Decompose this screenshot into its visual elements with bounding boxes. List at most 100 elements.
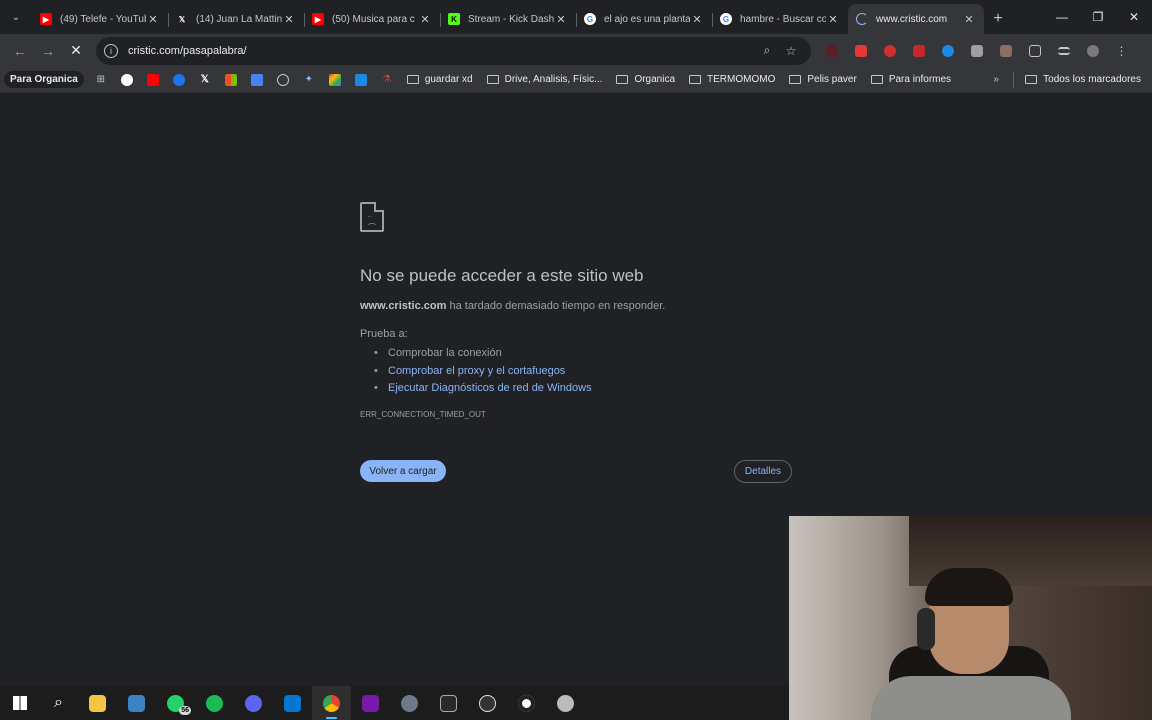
bookmark-folder[interactable]: guardar xd — [400, 74, 480, 85]
onenote-button[interactable] — [351, 686, 390, 720]
close-icon[interactable]: ✕ — [282, 13, 296, 26]
x-icon: 𝕏 — [178, 14, 186, 24]
all-bookmarks-folder[interactable]: Todos los marcadores — [1018, 74, 1148, 85]
arrow-right-icon: → — [41, 42, 55, 59]
flask-icon[interactable]: ⚗ — [374, 69, 400, 91]
apps-grid-icon[interactable]: ⊞ — [88, 69, 114, 91]
forward-button[interactable]: → — [34, 37, 62, 65]
search-button[interactable]: ⌕ — [39, 686, 78, 720]
extension-icon[interactable] — [904, 37, 933, 65]
tab-title: hambre - Buscar con — [740, 13, 826, 25]
store-button[interactable] — [117, 686, 156, 720]
tab[interactable]: K Stream - Kick Dashb ✕ — [440, 4, 576, 34]
folder-label: Pelis paver — [807, 74, 857, 85]
spotify-icon — [206, 694, 223, 712]
close-window-icon[interactable]: ✕ — [1116, 0, 1152, 34]
folder-icon — [616, 75, 629, 84]
folder-icon — [1025, 75, 1038, 84]
url-text[interactable]: cristic.com/pasapalabra/ — [128, 45, 755, 57]
error-title: No se puede acceder a este sitio web — [360, 266, 644, 285]
tab-title: (50) Musica para c — [332, 13, 415, 25]
x-icon[interactable]: 𝕏 — [192, 69, 218, 91]
bing-image-icon[interactable] — [348, 69, 374, 91]
bookmark-folder[interactable]: Drive, Analisis, Físic... — [480, 74, 610, 85]
tab-title: el ajo es una planta — [604, 13, 690, 25]
steam-app-button[interactable] — [390, 686, 429, 720]
epic-games-button[interactable] — [429, 686, 468, 720]
stop-button[interactable]: ✕ — [62, 37, 90, 65]
bookmark-folder[interactable]: TERMOMOMO — [682, 74, 782, 85]
extension-icon[interactable] — [846, 37, 875, 65]
close-icon[interactable]: ✕ — [690, 13, 704, 26]
search-icon: ⌕ — [54, 694, 63, 711]
extension-icon[interactable] — [962, 37, 991, 65]
extension-icon[interactable] — [991, 37, 1020, 65]
tab[interactable]: G el ajo es una planta ✕ — [576, 4, 712, 34]
error-description-text: ha tardado demasiado tiempo en responder… — [449, 300, 666, 312]
extension-icon[interactable] — [875, 37, 904, 65]
chevron-down-icon: ⌄ — [11, 11, 21, 23]
menu-icon[interactable]: ⋮ — [1107, 37, 1136, 65]
windows-icon — [12, 696, 27, 710]
bookmark-folder[interactable]: Organica — [609, 74, 682, 85]
microsoft-icon[interactable] — [218, 69, 244, 91]
whatsapp-button[interactable]: 56 — [156, 686, 195, 720]
site-info-icon[interactable]: i — [104, 43, 118, 58]
chevron-double-right-icon[interactable]: » — [983, 74, 1009, 85]
folder-label: TERMOMOMO — [707, 74, 776, 85]
app-button[interactable] — [546, 686, 585, 720]
close-icon[interactable]: ✕ — [826, 13, 840, 26]
new-tab-button[interactable]: + — [984, 4, 1012, 34]
file-explorer-button[interactable] — [78, 686, 117, 720]
chatgpt-icon[interactable] — [270, 69, 296, 91]
bookmark-folder[interactable]: Pelis paver — [782, 74, 863, 85]
facebook-icon[interactable] — [166, 69, 192, 91]
close-icon[interactable]: ✕ — [554, 13, 568, 26]
obs-button[interactable] — [507, 686, 546, 720]
spotify-button[interactable] — [195, 686, 234, 720]
close-icon[interactable]: ✕ — [146, 13, 160, 26]
discord-button[interactable] — [234, 686, 273, 720]
zoom-icon[interactable]: ⌕ — [755, 43, 779, 58]
suggestion-link-diagnostics[interactable]: Ejecutar Diagnósticos de red de Windows — [374, 380, 592, 398]
restore-icon[interactable]: ❐ — [1080, 0, 1116, 34]
close-icon[interactable]: ✕ — [418, 13, 432, 26]
window-controls: — ❐ ✕ — [1044, 0, 1152, 34]
start-button[interactable] — [0, 686, 39, 720]
folder-label: Para informes — [888, 74, 952, 85]
reload-button[interactable]: Volver a cargar — [360, 460, 446, 482]
tab-search-button[interactable]: ⌄ — [0, 0, 32, 34]
media-control-icon[interactable] — [1049, 37, 1078, 65]
colorful-app-icon[interactable] — [322, 69, 348, 91]
vscode-button[interactable] — [273, 686, 312, 720]
extension-icon[interactable] — [933, 37, 962, 65]
tab[interactable]: 𝕏 (14) Juan La Mattina ✕ — [168, 4, 304, 34]
close-icon[interactable]: ✕ — [962, 13, 976, 26]
suggestion-item: Comprobar la conexión — [374, 345, 592, 363]
folder-label: Todos los marcadores — [1043, 74, 1141, 85]
folder-icon — [406, 75, 419, 84]
star-icon[interactable]: ☆ — [779, 44, 803, 58]
recorder-button[interactable] — [468, 686, 507, 720]
address-bar[interactable]: i cristic.com/pasapalabra/ ⌕ ☆ — [96, 36, 811, 65]
profile-avatar-icon[interactable] — [1078, 37, 1107, 65]
google-icon[interactable] — [114, 69, 140, 91]
translate-icon[interactable] — [244, 69, 270, 91]
youtube-icon[interactable] — [140, 69, 166, 91]
minimize-icon[interactable]: — — [1044, 0, 1080, 34]
tab-active[interactable]: www.cristic.com ✕ — [848, 4, 984, 34]
chrome-button[interactable] — [312, 686, 351, 720]
tab[interactable]: G hambre - Buscar con ✕ — [712, 4, 848, 34]
suggestion-link-proxy[interactable]: Comprobar el proxy y el cortafuegos — [374, 363, 592, 381]
details-button[interactable]: Detalles — [734, 460, 792, 483]
extensions-area: ⋮ — [817, 37, 1136, 65]
error-code: ERR_CONNECTION_TIMED_OUT — [360, 410, 486, 419]
extension-icon[interactable] — [817, 37, 846, 65]
tab[interactable]: ▶ (49) Telefe - YouTube ✕ — [32, 4, 168, 34]
bookmark-para-organica[interactable]: Para Organica — [4, 71, 84, 88]
puzzle-icon[interactable] — [1020, 37, 1049, 65]
tab[interactable]: ▶ (50) Musica para c ✕ — [304, 4, 440, 34]
back-button[interactable]: ← — [6, 37, 34, 65]
gemini-icon[interactable]: ✦ — [296, 69, 322, 91]
bookmark-folder[interactable]: Para informes — [864, 74, 958, 85]
